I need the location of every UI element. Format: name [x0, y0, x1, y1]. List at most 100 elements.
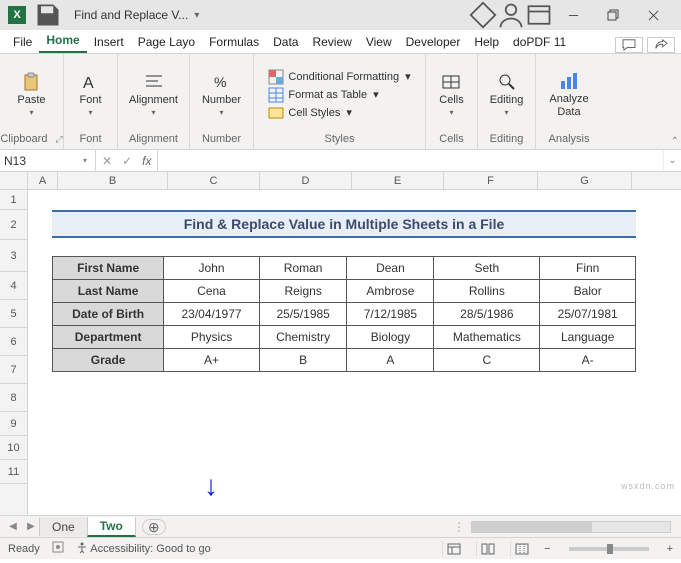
new-sheet-button[interactable]: ⊕: [142, 519, 166, 535]
close-button[interactable]: [633, 0, 673, 30]
tab-file[interactable]: File: [6, 33, 39, 53]
macro-record-icon[interactable]: [52, 541, 64, 556]
row-header[interactable]: 10: [0, 436, 27, 460]
sheet-tab-two[interactable]: Two: [87, 517, 136, 537]
column-header[interactable]: C: [168, 172, 260, 189]
column-header[interactable]: D: [260, 172, 352, 189]
user-icon[interactable]: [497, 0, 525, 30]
diamond-icon[interactable]: [469, 0, 497, 30]
data-cell[interactable]: Language: [540, 326, 636, 349]
name-box-dropdown-icon[interactable]: ▾: [79, 156, 91, 165]
title-chevron-icon[interactable]: ▾: [194, 10, 199, 21]
number-button[interactable]: % Number ▾: [196, 70, 247, 119]
alignment-button[interactable]: Alignment ▾: [123, 70, 184, 119]
tab-insert[interactable]: Insert: [87, 33, 131, 53]
data-cell[interactable]: Finn: [540, 257, 636, 280]
paste-button[interactable]: Paste ▾: [11, 70, 51, 119]
editing-button[interactable]: Editing ▾: [484, 70, 530, 119]
fx-icon[interactable]: fx: [142, 154, 151, 168]
horizontal-scrollbar[interactable]: [471, 521, 671, 533]
data-cell[interactable]: Seth: [434, 257, 540, 280]
name-box[interactable]: N13 ▾: [0, 150, 96, 171]
tab-home[interactable]: Home: [39, 31, 86, 53]
data-cell[interactable]: 7/12/1985: [347, 303, 434, 326]
expand-formula-bar-icon[interactable]: ⌄: [663, 150, 681, 171]
column-header[interactable]: E: [352, 172, 444, 189]
data-cell[interactable]: Balor: [540, 280, 636, 303]
data-cell[interactable]: A+: [164, 349, 260, 372]
data-cell[interactable]: Physics: [164, 326, 260, 349]
restore-button[interactable]: [593, 0, 633, 30]
ribbon-display-icon[interactable]: [525, 0, 553, 30]
row-header[interactable]: 2: [0, 210, 27, 240]
formula-input[interactable]: [158, 150, 663, 171]
data-cell[interactable]: John: [164, 257, 260, 280]
row-header[interactable]: 6: [0, 328, 27, 356]
sheet-tab-one[interactable]: One: [39, 518, 88, 536]
data-cell[interactable]: Roman: [259, 257, 347, 280]
row-header[interactable]: 11: [0, 460, 27, 484]
row-header[interactable]: 5: [0, 300, 27, 328]
data-cell[interactable]: 25/5/1985: [259, 303, 347, 326]
select-all-triangle[interactable]: [0, 172, 28, 189]
data-cell[interactable]: Rollins: [434, 280, 540, 303]
data-cell[interactable]: 23/04/1977: [164, 303, 260, 326]
dialog-launcher-icon[interactable]: ⤢: [55, 134, 62, 145]
tab-dopdf[interactable]: doPDF 11: [506, 33, 573, 53]
data-cell[interactable]: C: [434, 349, 540, 372]
data-cell[interactable]: Mathematics: [434, 326, 540, 349]
cells-area[interactable]: Find & Replace Value in Multiple Sheets …: [28, 190, 681, 515]
zoom-in-button[interactable]: +: [667, 543, 673, 555]
normal-view-icon[interactable]: [442, 541, 464, 557]
data-cell[interactable]: A-: [540, 349, 636, 372]
sheet-nav-prev-icon[interactable]: ◀: [4, 521, 22, 532]
data-cell[interactable]: B: [259, 349, 347, 372]
data-cell[interactable]: Dean: [347, 257, 434, 280]
column-header[interactable]: A: [28, 172, 58, 189]
share-button[interactable]: [647, 37, 675, 53]
minimize-button[interactable]: [553, 0, 593, 30]
tab-formulas[interactable]: Formulas: [202, 33, 266, 53]
row-header[interactable]: 8: [0, 384, 27, 412]
tab-page-layout[interactable]: Page Layo: [131, 33, 202, 53]
enter-formula-icon[interactable]: ✓: [122, 154, 132, 168]
row-header[interactable]: 7: [0, 356, 27, 384]
accessibility-status[interactable]: Accessibility: Good to go: [76, 542, 211, 555]
collapse-ribbon-icon[interactable]: ⌃: [671, 136, 679, 147]
tab-help[interactable]: Help: [467, 33, 506, 53]
column-header[interactable]: F: [444, 172, 538, 189]
save-icon[interactable]: [34, 0, 62, 30]
data-cell[interactable]: Cena: [164, 280, 260, 303]
analyze-data-button[interactable]: Analyze Data: [543, 69, 594, 119]
tab-developer[interactable]: Developer: [399, 33, 468, 53]
data-cell[interactable]: Chemistry: [259, 326, 347, 349]
cancel-formula-icon[interactable]: ✕: [102, 154, 112, 168]
conditional-formatting-button[interactable]: Conditional Formatting▾: [268, 69, 410, 85]
tab-data[interactable]: Data: [266, 33, 305, 53]
row-header[interactable]: 9: [0, 412, 27, 436]
tab-scroll-split[interactable]: ⋮: [453, 520, 465, 534]
row-header[interactable]: 1: [0, 190, 27, 210]
data-cell[interactable]: Reigns: [259, 280, 347, 303]
zoom-out-button[interactable]: −: [544, 543, 550, 555]
font-button[interactable]: A Font ▾: [73, 70, 107, 119]
tab-review[interactable]: Review: [305, 33, 358, 53]
row-header[interactable]: 4: [0, 272, 27, 300]
data-cell[interactable]: Biology: [347, 326, 434, 349]
data-cell[interactable]: Ambrose: [347, 280, 434, 303]
sheet-nav-next-icon[interactable]: ▶: [22, 521, 40, 532]
row-header[interactable]: 3: [0, 240, 27, 272]
column-header[interactable]: G: [538, 172, 632, 189]
zoom-slider[interactable]: [569, 547, 649, 551]
page-layout-view-icon[interactable]: [476, 541, 498, 557]
cell-styles-button[interactable]: Cell Styles▾: [268, 105, 352, 121]
page-break-view-icon[interactable]: [510, 541, 532, 557]
cells-button[interactable]: Cells ▾: [433, 70, 469, 119]
tab-view[interactable]: View: [359, 33, 399, 53]
data-cell[interactable]: A: [347, 349, 434, 372]
format-as-table-button[interactable]: Format as Table▾: [268, 87, 378, 103]
comments-button[interactable]: [615, 37, 643, 53]
column-header[interactable]: B: [58, 172, 168, 189]
data-cell[interactable]: 25/07/1981: [540, 303, 636, 326]
data-cell[interactable]: 28/5/1986: [434, 303, 540, 326]
